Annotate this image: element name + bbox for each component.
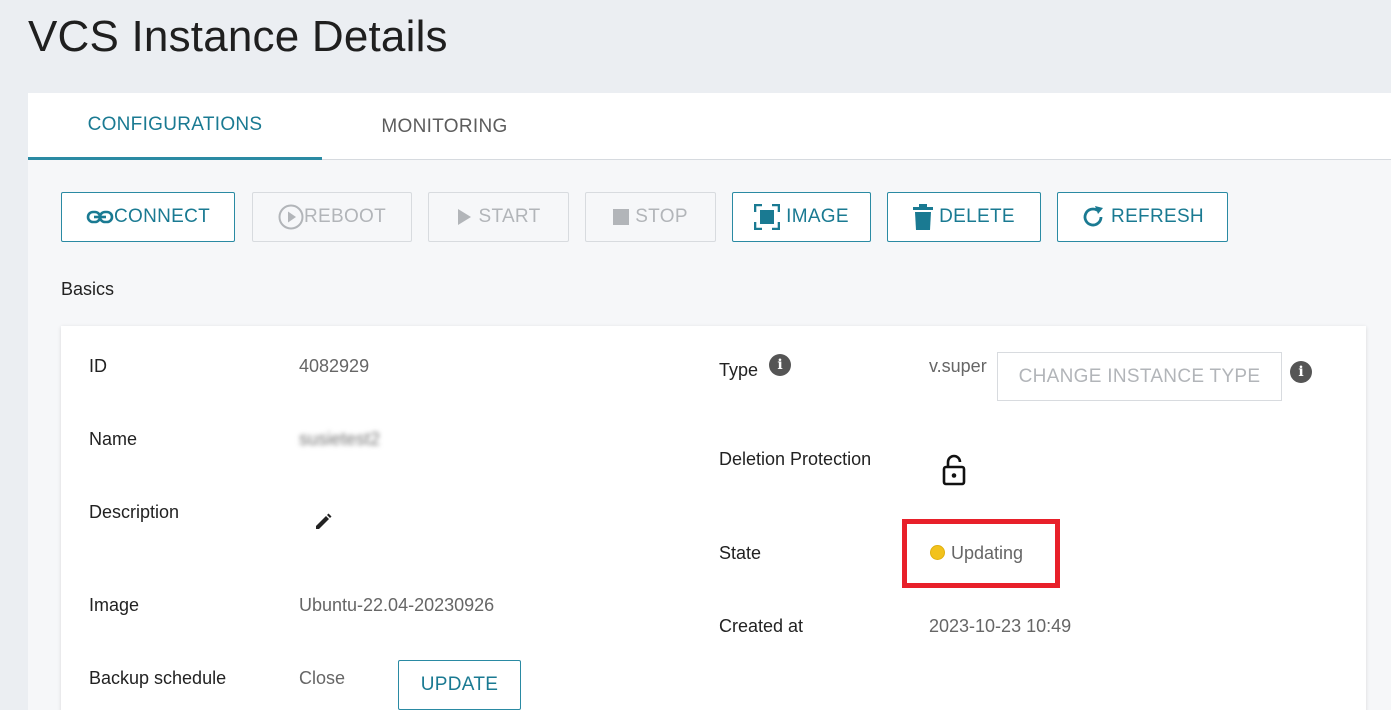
tab-configurations[interactable]: CONFIGURATIONS	[28, 93, 322, 160]
stop-label: STOP	[635, 206, 688, 227]
refresh-icon	[1083, 206, 1104, 227]
tab-monitoring[interactable]: MONITORING	[322, 93, 567, 160]
basics-card: ID 4082929 Name susietest2 Description I…	[61, 326, 1366, 710]
reboot-button[interactable]: REBOOT	[252, 192, 412, 242]
created-at-value: 2023-10-23 10:49	[929, 616, 1072, 636]
image-frame-icon	[754, 204, 781, 230]
refresh-label: REFRESH	[1111, 206, 1204, 227]
page-title: VCS Instance Details	[28, 12, 448, 61]
play-circle-icon	[278, 204, 304, 230]
status-dot-icon	[931, 546, 944, 559]
name-value: susietest2	[299, 429, 381, 449]
trash-icon	[913, 204, 934, 230]
created-at-label: Created at	[719, 616, 804, 636]
connect-label: CONNECT	[113, 206, 211, 227]
image-field-label: Image	[89, 595, 140, 615]
stop-icon	[613, 209, 630, 225]
pencil-icon[interactable]	[314, 513, 332, 531]
change-instance-type-button[interactable]: CHANGE INSTANCE TYPE	[997, 352, 1282, 401]
stop-button[interactable]: STOP	[585, 192, 716, 242]
type-value: v.super	[929, 356, 987, 376]
image-field-value: Ubuntu-22.04-20230926	[299, 595, 495, 615]
state-label: State	[719, 543, 762, 563]
play-icon	[458, 209, 472, 225]
type-label: Type	[719, 360, 759, 380]
name-label: Name	[89, 429, 138, 449]
update-backup-button[interactable]: UPDATE	[398, 660, 521, 710]
delete-label: DELETE	[939, 206, 1015, 227]
refresh-button[interactable]: REFRESH	[1057, 192, 1228, 242]
description-label: Description	[89, 502, 180, 522]
state-value: Updating	[951, 543, 1024, 563]
connect-button[interactable]: CONNECT	[61, 192, 235, 242]
delete-button[interactable]: DELETE	[887, 192, 1041, 242]
link-icon	[86, 210, 114, 224]
tab-bar: CONFIGURATIONS MONITORING	[28, 93, 1391, 160]
id-value: 4082929	[299, 356, 370, 376]
instance-panel: CONFIGURATIONS MONITORING CONNECT REBOOT…	[28, 93, 1391, 710]
image-button[interactable]: IMAGE	[732, 192, 871, 242]
section-basics-label: Basics	[61, 279, 115, 299]
start-button[interactable]: START	[428, 192, 569, 242]
type-info-icon[interactable]: i	[769, 354, 791, 376]
change-type-info-icon[interactable]: i	[1290, 361, 1312, 383]
reboot-label: REBOOT	[303, 206, 387, 227]
unlock-icon[interactable]	[942, 454, 966, 486]
backup-schedule-value: Close	[299, 668, 346, 688]
start-label: START	[478, 206, 541, 227]
backup-schedule-label: Backup schedule	[89, 668, 227, 688]
deletion-protection-label: Deletion Protection	[719, 449, 872, 469]
id-label: ID	[89, 356, 107, 376]
image-label: IMAGE	[786, 206, 849, 227]
